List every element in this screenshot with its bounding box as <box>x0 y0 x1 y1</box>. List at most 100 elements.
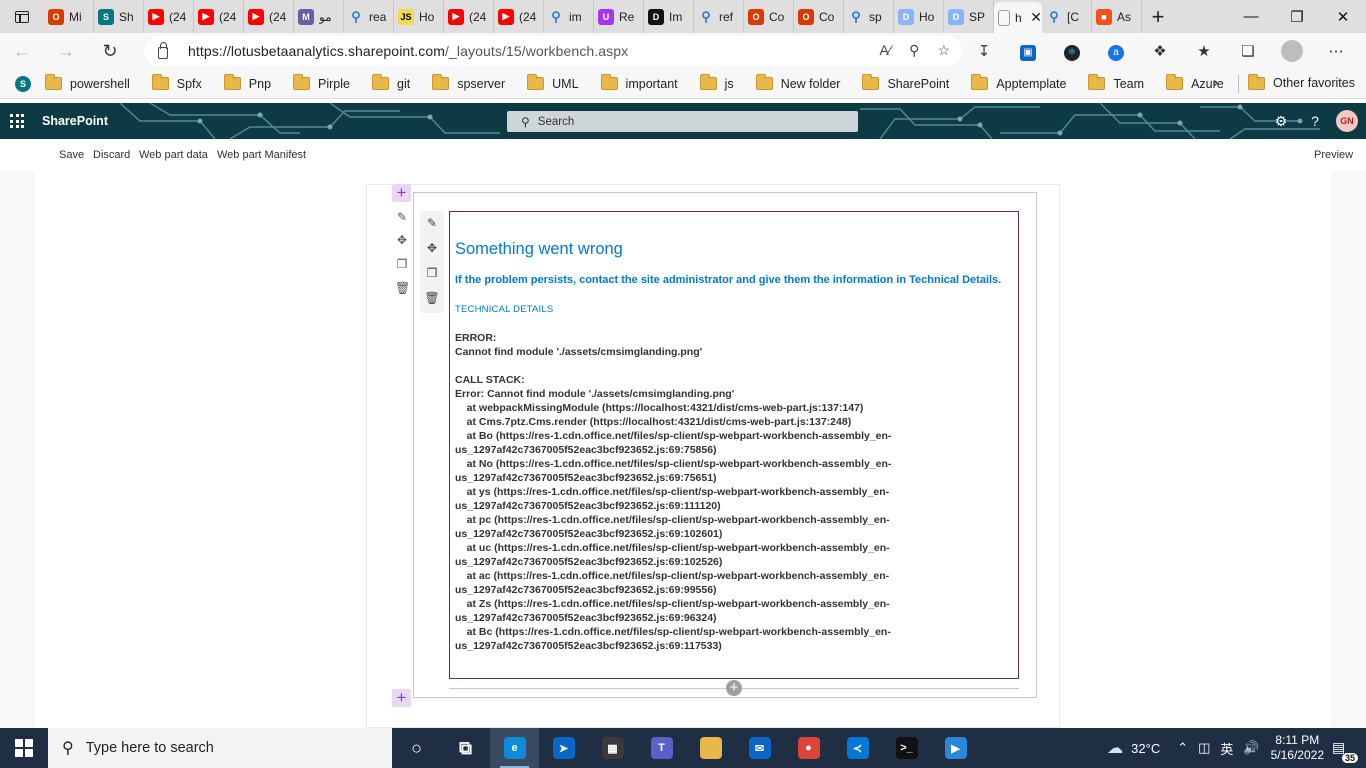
more-menu-icon[interactable]: ⋯ <box>1314 42 1358 60</box>
move-web-part-icon[interactable]: ✥ <box>420 241 444 255</box>
favorites-icon[interactable]: ★ <box>1182 42 1226 60</box>
close-tab-icon[interactable]: ✕ <box>1030 9 1042 26</box>
help-icon[interactable]: ? <box>1298 113 1332 129</box>
browser-tab[interactable]: ▶ (24 <box>144 0 194 33</box>
volume-icon[interactable]: 🔊 <box>1243 740 1259 756</box>
favorite-folder[interactable]: New folder <box>755 74 840 91</box>
sharepoint-search-box[interactable]: ⚲ Search <box>507 111 858 132</box>
refresh-button[interactable]: ↻ <box>88 41 132 62</box>
browser-tab[interactable]: ▶ (24 <box>194 0 244 33</box>
collections-icon[interactable]: ❏ <box>1226 42 1270 60</box>
add-web-part-button[interactable]: + <box>726 680 742 696</box>
restore-button[interactable]: ❐ <box>1274 0 1320 33</box>
url-text[interactable]: https://lotusbetaanalytics.sharepoint.co… <box>188 43 628 59</box>
vscode-taskbar-button[interactable]: ≺ <box>833 728 882 768</box>
browser-tab[interactable]: htt ✕ <box>994 2 1042 33</box>
profile-icon[interactable] <box>1270 40 1314 62</box>
duplicate-web-part-icon[interactable]: ❐ <box>420 266 444 280</box>
favorite-folder[interactable]: git <box>372 74 410 91</box>
tab-actions-button[interactable] <box>0 0 44 33</box>
clock[interactable]: 8:11 PM 5/16/2022 <box>1271 733 1324 763</box>
browser-tab[interactable]: ▶ (24 <box>444 0 494 33</box>
favorite-folder[interactable]: powershell <box>45 74 130 91</box>
favorite-folder[interactable]: Pnp <box>223 74 271 91</box>
file-explorer-taskbar-button[interactable] <box>686 728 735 768</box>
terminal-taskbar-button[interactable]: >_ <box>882 728 931 768</box>
browser-tab[interactable]: S Sh <box>94 0 144 33</box>
save-button[interactable]: Save <box>59 149 84 161</box>
favorite-folder[interactable]: Apptemplate <box>971 74 1066 91</box>
browser-tab[interactable]: U Re <box>594 0 644 33</box>
power-automate-taskbar-button[interactable]: ➤ <box>539 728 588 768</box>
react-devtools-icon[interactable]: ⚛ <box>1050 42 1094 61</box>
chrome-taskbar-button[interactable]: ● <box>784 728 833 768</box>
web-part-data-button[interactable]: Web part data <box>139 149 208 161</box>
browser-tab[interactable]: M مو <box>294 0 344 33</box>
browser-tab[interactable]: D SP <box>944 0 994 33</box>
chevron-up-icon[interactable]: ⌃ <box>1177 740 1188 756</box>
favorite-folder[interactable]: important <box>600 74 678 91</box>
edge-taskbar-button[interactable]: e <box>490 728 539 768</box>
teams-taskbar-button[interactable]: T <box>637 728 686 768</box>
downloads-icon[interactable]: ↧ <box>962 42 1006 60</box>
read-aloud-icon[interactable]: A⁄ <box>879 42 891 59</box>
extension-a-icon[interactable]: a <box>1094 42 1138 61</box>
duplicate-section-icon[interactable]: ❐ <box>395 257 409 271</box>
browser-tab[interactable]: ⚲ [C <box>1042 0 1092 33</box>
edit-section-icon[interactable]: ✎ <box>395 210 409 224</box>
chevron-right-icon[interactable]: › <box>1213 74 1218 91</box>
video-editor-taskbar-button[interactable]: ▶ <box>931 728 980 768</box>
sharepoint-title[interactable]: SharePoint <box>42 114 108 128</box>
browser-tab[interactable]: ⚲ sp <box>844 0 894 33</box>
favorite-folder[interactable]: SharePoint <box>862 74 949 91</box>
taskbar-search-box[interactable]: ⚲ Type here to search <box>48 728 392 768</box>
browser-tab[interactable]: O Co <box>744 0 794 33</box>
sharepoint-favorite-icon[interactable]: S <box>15 75 31 92</box>
browser-tab[interactable]: ⚲ rea <box>344 0 394 33</box>
mail-taskbar-button[interactable]: ✉ <box>735 728 784 768</box>
address-bar[interactable]: https://lotusbetaanalytics.sharepoint.co… <box>144 36 962 66</box>
delete-section-icon[interactable]: 🗑 <box>395 281 410 295</box>
zoom-icon[interactable]: ⚲ <box>909 42 919 59</box>
screen-capture-icon[interactable]: ▣ <box>1006 42 1050 61</box>
add-section-top-button[interactable]: + <box>392 184 411 202</box>
favorite-folder[interactable]: Pirple <box>293 74 350 91</box>
notification-center-button[interactable]: ▤ 35 <box>1332 739 1358 763</box>
app-launcher-icon[interactable] <box>10 114 24 128</box>
browser-tab[interactable]: D Ho <box>894 0 944 33</box>
add-section-bottom-button[interactable]: + <box>392 689 411 707</box>
edit-web-part-icon[interactable]: ✎ <box>420 216 444 230</box>
network-icon[interactable]: ◫ <box>1198 740 1210 756</box>
browser-tab[interactable]: ⚲ im <box>544 0 594 33</box>
technical-details-link[interactable]: TECHNICAL DETAILS <box>455 304 1013 315</box>
favorite-folder[interactable]: spserver <box>432 74 505 91</box>
start-button[interactable] <box>0 728 48 768</box>
back-button[interactable]: ← <box>0 41 44 62</box>
browser-tab[interactable]: O Mi <box>44 0 94 33</box>
browser-tab[interactable]: ■ As <box>1092 0 1142 33</box>
favorite-folder[interactable]: js <box>699 74 734 91</box>
browser-tab[interactable]: D Im <box>644 0 694 33</box>
cortana-taskbar-button[interactable]: ○ <box>392 728 441 768</box>
add-favorite-icon[interactable]: ☆ <box>937 42 950 59</box>
task-view-taskbar-button[interactable]: ⧉ <box>441 728 490 768</box>
weather-widget[interactable]: ☁ 32°C <box>1107 738 1160 758</box>
delete-web-part-icon[interactable]: 🗑 <box>420 291 444 305</box>
preview-button[interactable]: Preview <box>1314 149 1353 161</box>
forward-button[interactable]: → <box>44 41 88 62</box>
minimize-button[interactable]: — <box>1228 0 1274 33</box>
web-part-manifest-button[interactable]: Web part Manifest <box>217 149 306 161</box>
browser-tab[interactable]: JS Ho <box>394 0 444 33</box>
lock-icon[interactable] <box>158 42 168 59</box>
discard-button[interactable]: Discard <box>93 149 130 161</box>
ime-indicator[interactable]: 英 <box>1220 739 1233 758</box>
favorite-folder[interactable]: UML <box>527 74 579 91</box>
close-window-button[interactable]: ✕ <box>1320 0 1366 33</box>
extensions-icon[interactable]: ❖ <box>1138 42 1182 60</box>
settings-gear-icon[interactable]: ⚙ <box>1264 113 1298 130</box>
move-section-icon[interactable]: ✥ <box>395 233 409 247</box>
browser-tab[interactable]: O Co <box>794 0 844 33</box>
favorite-folder[interactable]: Spfx <box>151 74 202 91</box>
new-tab-button[interactable]: + <box>1142 0 1174 33</box>
favorite-folder[interactable]: Team <box>1088 74 1144 91</box>
